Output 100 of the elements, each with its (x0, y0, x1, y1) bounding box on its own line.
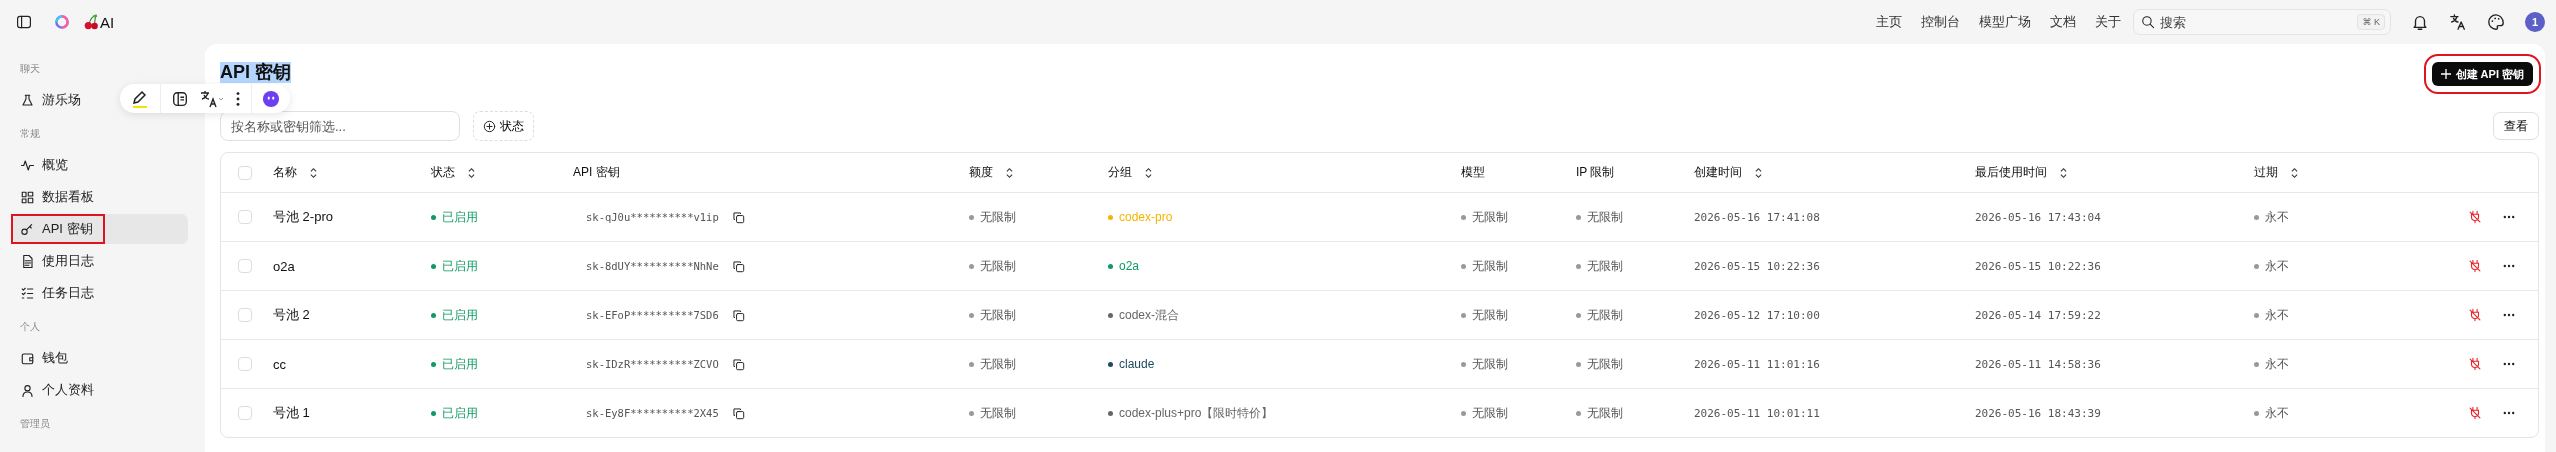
checkbox[interactable] (238, 165, 252, 180)
column-header[interactable]: 最后使用时间 (1975, 164, 2047, 181)
column-header[interactable]: 分组 (1108, 164, 1132, 181)
key-name: 号池 1 (273, 404, 310, 422)
status-filter-button[interactable]: 状态 (473, 111, 534, 141)
copy-icon[interactable] (731, 406, 745, 420)
key-name: cc (273, 356, 286, 372)
status-dot (1576, 361, 1581, 367)
plug-off-icon[interactable] (2468, 210, 2482, 224)
cell-text: 永不 (2265, 404, 2289, 422)
highlighter-icon[interactable] (130, 88, 150, 109)
copy-icon[interactable] (731, 210, 745, 224)
ghost-icon[interactable] (262, 89, 280, 108)
more-icon[interactable] (235, 89, 241, 108)
flask-icon (20, 92, 35, 108)
cherry-icon (82, 13, 100, 31)
grid-icon (20, 189, 35, 205)
cell-text: 永不 (2265, 208, 2289, 226)
plug-off-icon[interactable] (2468, 259, 2482, 273)
translate-icon[interactable] (199, 88, 225, 109)
sidebar-item[interactable]: 个人资料 (13, 375, 188, 405)
section-heading: 常规 (20, 127, 41, 141)
sidebar-item[interactable]: 任务日志 (13, 278, 188, 308)
avatar[interactable]: 1 (2525, 12, 2545, 32)
bell-icon[interactable] (2411, 13, 2429, 31)
created-time: 2026-05-16 17:41:08 (1694, 210, 1820, 224)
column-header[interactable]: 额度 (969, 164, 993, 181)
column-header[interactable]: 状态 (431, 164, 455, 181)
checkbox[interactable] (238, 210, 252, 224)
column-header[interactable]: 过期 (2254, 164, 2278, 181)
sidebar-item[interactable]: 钱包 (13, 343, 188, 373)
checkbox[interactable] (238, 357, 252, 371)
sidebar-item[interactable]: 游乐场 (13, 85, 188, 115)
copy-icon[interactable] (731, 308, 745, 322)
sort-icon[interactable] (2059, 166, 2068, 179)
created-time: 2026-05-12 17:10:00 (1694, 308, 1820, 322)
plug-off-icon[interactable] (2468, 406, 2482, 420)
status-dot (431, 214, 436, 220)
nav-link[interactable]: 模型广场 (1979, 13, 2031, 31)
copy-icon[interactable] (731, 357, 745, 371)
status-dot (1576, 263, 1581, 269)
filter-field[interactable]: 按名称或密钥筛选... (220, 111, 460, 141)
api-key: sk-qJ0u**********v1ip (586, 211, 719, 223)
status-dot (969, 214, 974, 220)
sort-icon[interactable] (2290, 166, 2299, 179)
checkbox[interactable] (238, 406, 252, 420)
view-button[interactable]: 查看 (2493, 112, 2539, 140)
cell-text: codex-混合 (1119, 306, 1180, 324)
cell-text: 无限制 (1472, 404, 1508, 422)
cell-text: 无限制 (980, 306, 1016, 324)
sort-icon[interactable] (309, 166, 318, 179)
sort-icon[interactable] (1005, 166, 1014, 179)
api-key: sk-EFoP**********7SD6 (586, 309, 719, 321)
checklist-icon (20, 285, 35, 301)
cell-text: 已启用 (442, 355, 478, 373)
last-used-time: 2026-05-16 18:43:39 (1975, 406, 2101, 420)
checkbox[interactable] (238, 308, 252, 322)
nav-link[interactable]: 主页 (1876, 13, 1902, 31)
nav-link[interactable]: 关于 (2095, 13, 2121, 31)
status-dot (2254, 263, 2259, 269)
cell-text: codex-plus+pro【限时特价】 (1119, 404, 1274, 422)
sidebar-toggle-icon[interactable] (16, 14, 32, 30)
sidebar-panel-icon[interactable] (171, 89, 189, 108)
brand-name: AI (100, 13, 115, 31)
key-name: o2a (273, 258, 295, 274)
translate-icon[interactable] (2449, 13, 2467, 31)
nav-link[interactable]: 文档 (2050, 13, 2076, 31)
nav-link[interactable]: 控制台 (1921, 13, 1960, 31)
page-title: API 密钥 (220, 62, 291, 83)
created-time: 2026-05-15 10:22:36 (1694, 259, 1820, 273)
sidebar-item[interactable]: 概览 (13, 150, 188, 180)
sort-icon[interactable] (1144, 166, 1153, 179)
sidebar-item[interactable]: API 密钥 (13, 214, 188, 244)
plug-off-icon[interactable] (2468, 357, 2482, 371)
column-header[interactable]: 模型 (1461, 164, 1485, 181)
palette-icon[interactable] (2487, 13, 2505, 31)
column-header[interactable]: 名称 (273, 164, 297, 181)
cell-text: codex-pro (1119, 210, 1173, 224)
plug-off-icon[interactable] (2468, 308, 2482, 322)
checkbox[interactable] (238, 259, 252, 273)
cell-text: 永不 (2265, 306, 2289, 324)
sidebar-item[interactable]: 使用日志 (13, 246, 188, 276)
status-dot (969, 410, 974, 416)
cell-text: o2a (1119, 259, 1140, 273)
copy-icon[interactable] (731, 259, 745, 273)
cell-text: 已启用 (442, 257, 478, 275)
highlight-frame: API 密钥 (13, 216, 103, 242)
cell-text: 无限制 (1587, 306, 1623, 324)
column-header[interactable]: IP 限制 (1576, 164, 1615, 181)
status-dot (1576, 312, 1581, 318)
created-time: 2026-05-11 11:01:16 (1694, 357, 1820, 371)
cell-text: 无限制 (980, 355, 1016, 373)
column-header[interactable]: 创建时间 (1694, 164, 1742, 181)
sort-icon[interactable] (1754, 166, 1763, 179)
status-dot (969, 361, 974, 367)
sort-icon[interactable] (467, 166, 476, 179)
created-time: 2026-05-11 10:01:11 (1694, 406, 1820, 420)
sidebar-item[interactable]: 数据看板 (13, 182, 188, 212)
status-dot (431, 263, 436, 269)
column-header[interactable]: API 密钥 (573, 164, 620, 181)
